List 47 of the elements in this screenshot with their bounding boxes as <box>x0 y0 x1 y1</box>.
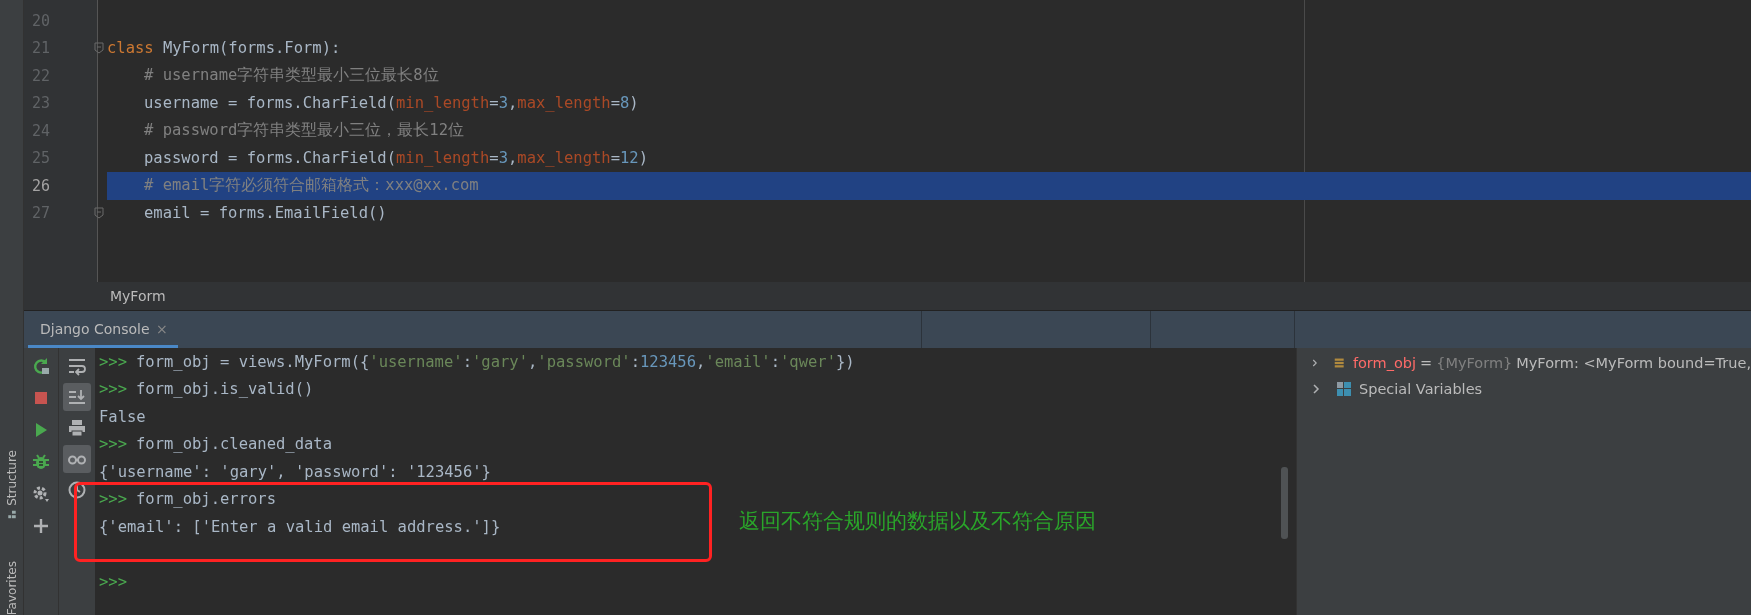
breadcrumb[interactable]: MyForm <box>110 288 166 304</box>
prompt: >>> <box>99 435 127 454</box>
structure-icon <box>5 509 18 519</box>
code-line: username = forms.CharField(min_length=3,max_length=8) <box>144 94 639 113</box>
console-text: {'email': ['Enter a valid email address.']} <box>99 517 501 536</box>
code-line: password = forms.CharField(min_length=3,max_length=12) <box>144 149 648 168</box>
prompt: >>> <box>99 572 127 591</box>
prompt: >>> <box>99 380 127 399</box>
variable-value: MyForm: <MyForm bound=True, <box>1516 355 1751 371</box>
print-icon <box>67 418 87 438</box>
variable-group[interactable]: Special Variables <box>1359 381 1483 397</box>
code-line: # username字符串类型最小三位最长8位 <box>144 65 439 87</box>
scroll-end-icon <box>67 387 87 407</box>
settings-icon[interactable] <box>31 484 51 504</box>
fold-icon[interactable] <box>94 42 104 55</box>
debug-icon[interactable] <box>31 452 51 472</box>
prompt: >>> <box>99 490 127 509</box>
chevron-icon[interactable] <box>1311 384 1321 394</box>
favorites-tab[interactable]: Favorites <box>4 560 19 615</box>
console-text: False <box>99 407 146 426</box>
chevron-icon[interactable] <box>1311 358 1319 368</box>
code-line: class MyForm(forms.Form): <box>107 39 341 58</box>
grid-icon <box>1337 382 1351 396</box>
history-icon <box>67 480 87 500</box>
add-icon[interactable] <box>31 516 51 536</box>
wrap-icon <box>67 356 87 376</box>
console-text: form_obj = views.MyForm({'username':'gary','password':123456,'email':'qwer'}) <box>136 352 855 371</box>
code-line: # password字符串类型最小三位，最长12位 <box>144 120 464 142</box>
structure-tab[interactable]: Structure <box>4 450 19 506</box>
variable-name[interactable]: form_obj <box>1352 355 1417 371</box>
console-text: {'username': 'gary', 'password': '123456'} <box>99 462 491 481</box>
equals-sign: = <box>1420 355 1433 371</box>
glasses-button[interactable] <box>63 445 91 473</box>
code-line: # email字符必须符合邮箱格式：xxx@xx.com <box>144 175 479 197</box>
rerun-icon[interactable] <box>31 356 51 376</box>
annotation-text: 返回不符合规则的数据以及不符合原因 <box>739 508 1096 535</box>
scroll-end-button[interactable] <box>63 383 91 411</box>
code-line: email = forms.EmailField() <box>144 204 387 223</box>
line-number: 26 <box>31 176 52 195</box>
console-text: form_obj.errors <box>136 490 276 509</box>
fold-icon[interactable] <box>94 207 104 220</box>
field-icon <box>1334 356 1345 370</box>
prompt: >>> <box>99 352 127 371</box>
scrollbar[interactable] <box>1281 467 1288 539</box>
console-text: form_obj.is_valid() <box>136 380 314 399</box>
console-text: form_obj.cleaned_data <box>136 435 332 454</box>
variable-type: {MyForm} <box>1436 355 1513 371</box>
